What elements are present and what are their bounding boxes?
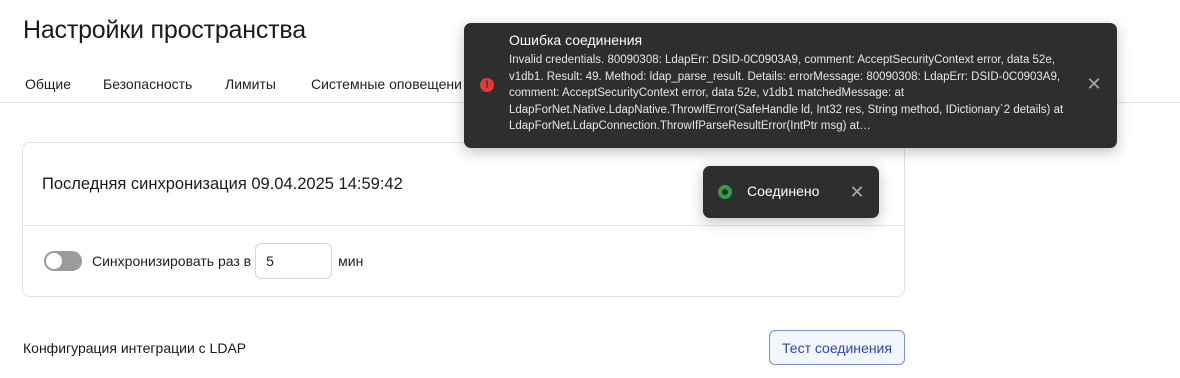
error-toast-message: Invalid credentials. 80090308: LdapErr: … xyxy=(509,54,1064,132)
success-toast: Соединено ✕ xyxy=(703,166,879,218)
sync-interval-row: Синхронизировать раз в мин xyxy=(44,243,363,279)
success-toast-text: Соединено xyxy=(747,183,820,199)
error-toast: ! Ошибка соединения Invalid credentials.… xyxy=(464,23,1117,148)
sync-toggle[interactable] xyxy=(44,251,82,271)
last-sync-text: Последняя синхронизация 09.04.2025 14:59… xyxy=(42,175,403,193)
tab-limits[interactable]: Лимиты xyxy=(225,76,276,92)
error-toast-title: Ошибка соединения xyxy=(509,32,643,48)
page-title: Настройки пространства xyxy=(23,16,306,44)
close-icon[interactable]: ✕ xyxy=(1086,75,1102,93)
success-icon-dot xyxy=(722,189,728,195)
sync-interval-label: Синхронизировать раз в xyxy=(92,253,252,269)
sync-interval-unit: мин xyxy=(338,253,364,269)
tab-general[interactable]: Общие xyxy=(25,76,71,92)
toggle-knob xyxy=(46,253,62,269)
sync-interval-input[interactable] xyxy=(255,243,333,279)
test-connection-button[interactable]: Тест соединения xyxy=(769,330,905,365)
error-icon: ! xyxy=(480,78,494,92)
close-icon[interactable]: ✕ xyxy=(849,183,865,201)
tab-system-notifications[interactable]: Системные оповещени xyxy=(311,76,462,92)
success-icon xyxy=(718,185,732,199)
ldap-config-title: Конфигурация интеграции с LDAP xyxy=(23,340,247,356)
tab-security[interactable]: Безопасность xyxy=(103,76,192,92)
card-divider xyxy=(23,225,904,226)
